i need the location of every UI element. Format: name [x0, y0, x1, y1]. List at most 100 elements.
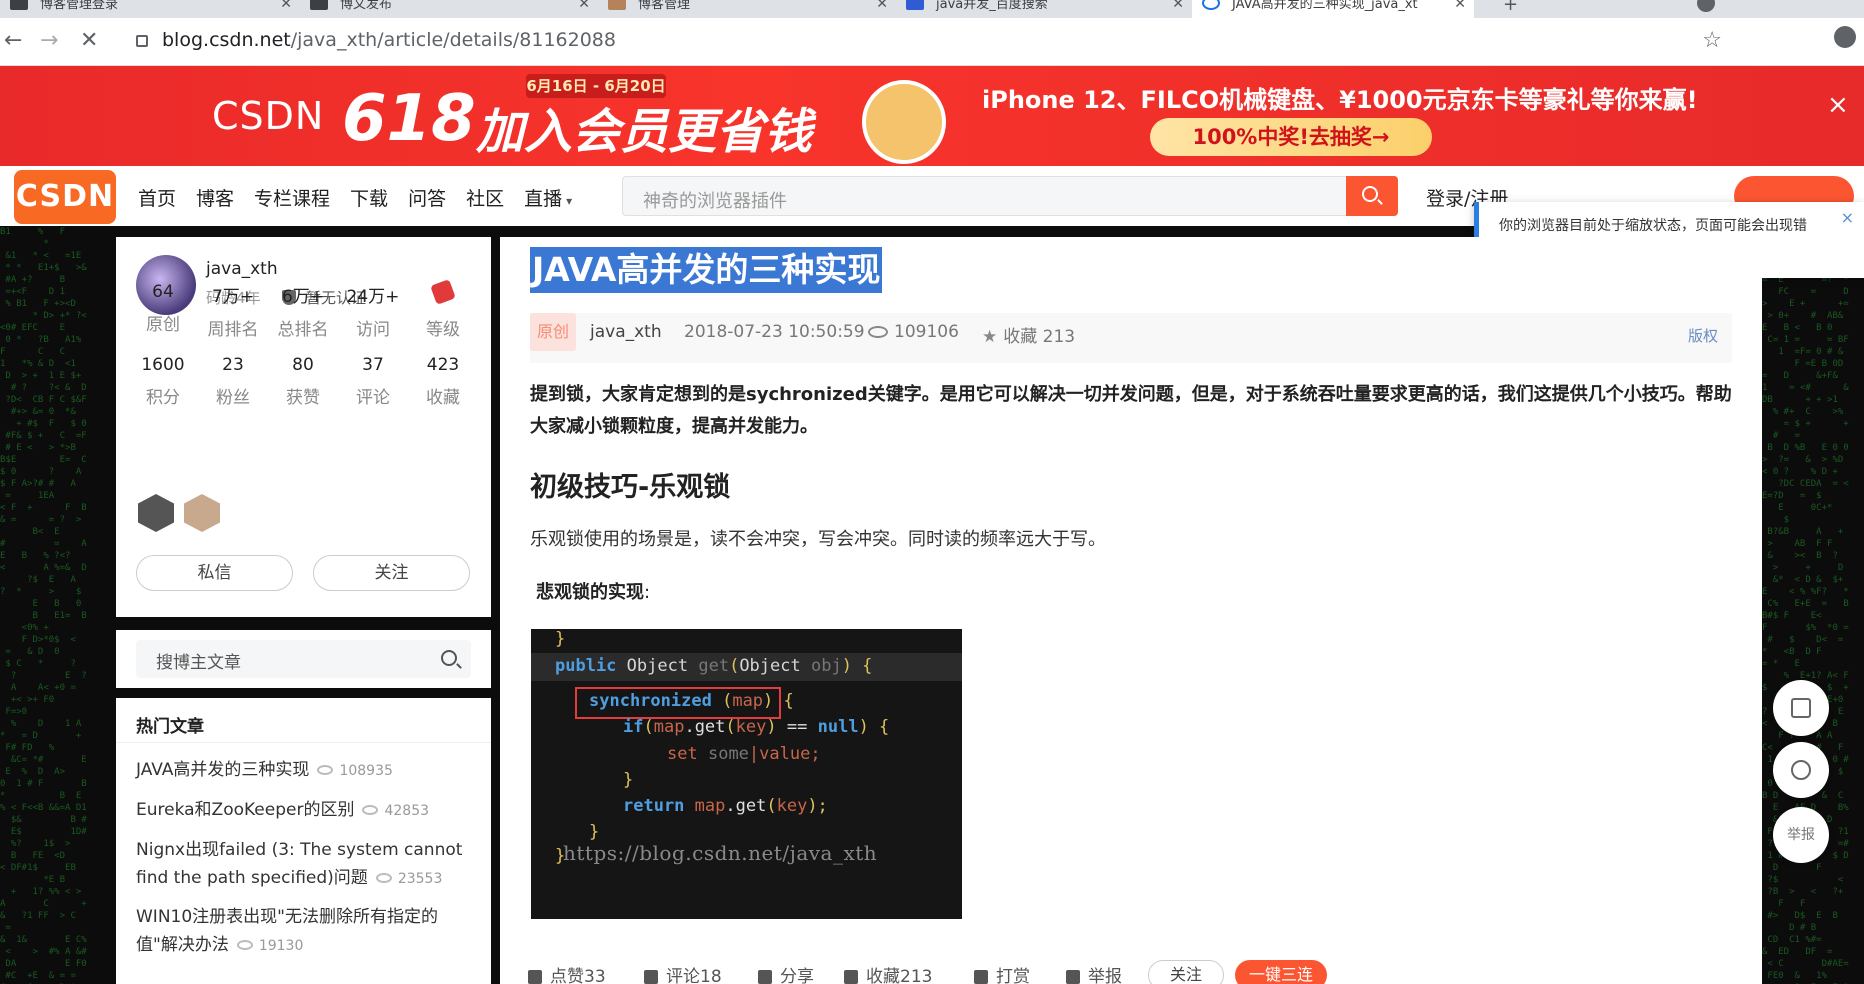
banner-lottery-button[interactable]: 100%中奖!去抽奖→ — [1150, 118, 1432, 156]
browser-tab[interactable]: 博客管理登录 ✕ — [0, 0, 300, 18]
article-datetime: 2018-07-23 10:50:59 — [684, 322, 865, 342]
nav-download[interactable]: 下载 — [350, 184, 388, 211]
follow-author-button[interactable]: 关注 — [1148, 960, 1224, 984]
message-button[interactable]: 私信 — [136, 555, 293, 591]
tab-title: 博文发布 — [340, 0, 392, 12]
url-text: blog.csdn.net/java_xth/article/details/8… — [162, 29, 616, 51]
stat-level[interactable]: 等级 — [408, 282, 478, 340]
level-icon — [430, 279, 456, 305]
promo-banner[interactable]: CSDN 6月16日 - 6月20日 618 加入会员更省钱 iPhone 12… — [0, 66, 1864, 166]
nav-community[interactable]: 社区 — [466, 184, 504, 211]
hot-article-item[interactable]: Eureka和ZooKeeper的区别 42853 — [136, 796, 476, 825]
badge-icon[interactable] — [184, 494, 220, 532]
article-favorites[interactable]: ★ 收藏 213 — [982, 322, 1075, 347]
browser-tab-active[interactable]: JAVA高并发的三种实现_java_xt ✕ — [1192, 0, 1474, 18]
article-author[interactable]: java_xth — [590, 322, 662, 342]
lock-icon — [136, 35, 148, 47]
tab-favicon-icon — [906, 0, 924, 10]
nav-home[interactable]: 首页 — [138, 184, 176, 211]
reward-button[interactable]: 打赏 — [974, 962, 1030, 984]
tab-close-icon[interactable]: ✕ — [1172, 0, 1184, 12]
tab-search-icon[interactable] — [1697, 0, 1715, 12]
back-icon[interactable]: ← — [4, 28, 22, 53]
browser-toolbar: ← → ✕ blog.csdn.net/java_xth/article/det… — [0, 18, 1864, 66]
csdn-logo[interactable]: CSDN — [14, 170, 116, 224]
forward-icon[interactable]: → — [40, 28, 58, 53]
report-float-button[interactable]: 举报 — [1773, 807, 1829, 863]
original-tag: 原创 — [530, 313, 576, 351]
hot-article-item[interactable]: WIN10注册表出现"无法删除所有指定的值"解决办法 19130 — [136, 903, 476, 960]
headset-icon — [1791, 760, 1811, 780]
profile-name[interactable]: java_xth — [206, 259, 278, 279]
tab-favicon-icon — [608, 0, 626, 10]
profile-avatar-icon[interactable] — [1834, 26, 1856, 48]
eye-icon — [237, 940, 253, 950]
divider — [116, 742, 491, 743]
stats-row-2: 1600 积分 23 粉丝 80 获赞 37 评论 423 收藏 — [116, 355, 491, 408]
stop-loading-icon[interactable]: ✕ — [80, 28, 98, 53]
search-placeholder: 神奇的浏览器插件 — [643, 187, 787, 213]
nav-blog[interactable]: 博客 — [196, 184, 234, 211]
favorite-button[interactable]: 收藏213 — [844, 962, 932, 984]
tab-close-icon[interactable]: ✕ — [280, 0, 292, 12]
banner-prize-text: iPhone 12、FILCO机械键盘、¥1000元京东卡等豪礼等你来赢! — [982, 80, 1698, 115]
notice-close-icon[interactable]: × — [1841, 208, 1854, 227]
stat-week-rank[interactable]: 7万+ 周排名 — [198, 282, 268, 340]
share-icon — [758, 970, 772, 984]
browser-tab[interactable]: java并发_百度搜索 ✕ — [896, 0, 1192, 18]
edit-icon — [1791, 698, 1811, 718]
site-search-input[interactable]: 神奇的浏览器插件 — [622, 176, 1398, 216]
badges — [138, 494, 220, 532]
hot-article-item[interactable]: JAVA高并发的三种实现 108935 — [136, 756, 476, 785]
tab-favicon-icon — [10, 0, 28, 10]
site-nav-links: 首页 博客 专栏课程 下载 问答 社区 直播 ▾ — [138, 184, 572, 211]
stat-likes: 80 获赞 — [268, 355, 338, 408]
nav-courses[interactable]: 专栏课程 — [254, 184, 330, 211]
tab-close-icon[interactable]: ✕ — [876, 0, 888, 12]
triple-action-button[interactable]: 一键三连 — [1235, 960, 1327, 984]
thumbs-up-icon — [528, 970, 542, 984]
site-search-button[interactable] — [1346, 176, 1398, 216]
banner-mascot-image — [862, 80, 946, 164]
report-button[interactable]: 举报 — [1066, 962, 1122, 984]
nav-live[interactable]: 直播 ▾ — [524, 184, 572, 211]
search-icon[interactable] — [441, 650, 457, 666]
support-float-button[interactable] — [1773, 742, 1829, 798]
blogger-search-input[interactable]: 搜博主文章 — [136, 640, 471, 678]
nav-qa[interactable]: 问答 — [408, 184, 446, 211]
profile-card: java_xth 码龄4年 暂无认证 64 原创 7万+ 周排名 6万+ 总排名 24… — [116, 237, 491, 617]
browser-tab[interactable]: 博文发布 ✕ — [300, 0, 598, 18]
stat-original[interactable]: 64 原创 — [128, 282, 198, 340]
code-watermark: https://blog.csdn.net/java_xth — [563, 841, 877, 865]
share-button[interactable]: 分享 — [758, 962, 814, 984]
tab-close-icon[interactable]: ✕ — [1454, 0, 1466, 12]
flag-icon — [1066, 970, 1080, 984]
new-tab-icon[interactable]: + — [1503, 0, 1518, 15]
comment-button[interactable]: 评论18 — [644, 962, 722, 984]
browser-tab-strip: 博客管理登录 ✕ 博文发布 ✕ 博客管理 ✕ java并发_百度搜索 ✕ JAV… — [0, 0, 1864, 18]
banner-618: 618 — [342, 82, 476, 156]
article-subheading: 悲观锁的实现: — [536, 578, 650, 604]
article-intro: 提到锁，大家肯定想到的是sychronized关键字。是用它可以解决一切并发问题… — [530, 379, 1740, 443]
article-meta-bar: 原创 java_xth 2018-07-23 10:50:59 109106 ★… — [530, 313, 1732, 363]
tab-title: java并发_百度搜索 — [936, 0, 1048, 12]
tab-close-icon[interactable]: ✕ — [578, 0, 590, 12]
browser-tab[interactable]: 博客管理 ✕ — [598, 0, 896, 18]
badge-icon[interactable] — [138, 494, 174, 532]
search-icon — [1362, 186, 1378, 202]
hot-article-item[interactable]: Nignx出现failed (3: The system cannot find… — [136, 836, 476, 893]
address-bar[interactable]: blog.csdn.net/java_xth/article/details/8… — [122, 24, 1782, 58]
stat-fans[interactable]: 23 粉丝 — [198, 355, 268, 408]
follow-button[interactable]: 关注 — [313, 555, 470, 591]
article-action-bar: 点赞33 评论18 分享 收藏213 打赏 举报 关注 一键三连 — [500, 958, 1762, 984]
stat-total-rank[interactable]: 6万+ 总排名 — [268, 282, 338, 340]
like-button[interactable]: 点赞33 — [528, 962, 606, 984]
write-float-button[interactable] — [1773, 680, 1829, 736]
matrix-background-right: # # 0> + 1 1 A A ? < * C C$ ? E & B 1 ? … — [1762, 226, 1864, 984]
bookmark-star-icon[interactable]: ☆ — [1702, 28, 1722, 53]
stat-visits[interactable]: 24万+ 访问 — [338, 282, 408, 340]
eye-icon — [376, 873, 392, 883]
copyright-link[interactable]: 版权 — [1688, 325, 1718, 346]
matrix-background-left: B1 % F * &1 * < =1E * * E1+$ >& #A +? B … — [0, 226, 110, 984]
banner-close-icon[interactable]: × — [1827, 90, 1849, 120]
